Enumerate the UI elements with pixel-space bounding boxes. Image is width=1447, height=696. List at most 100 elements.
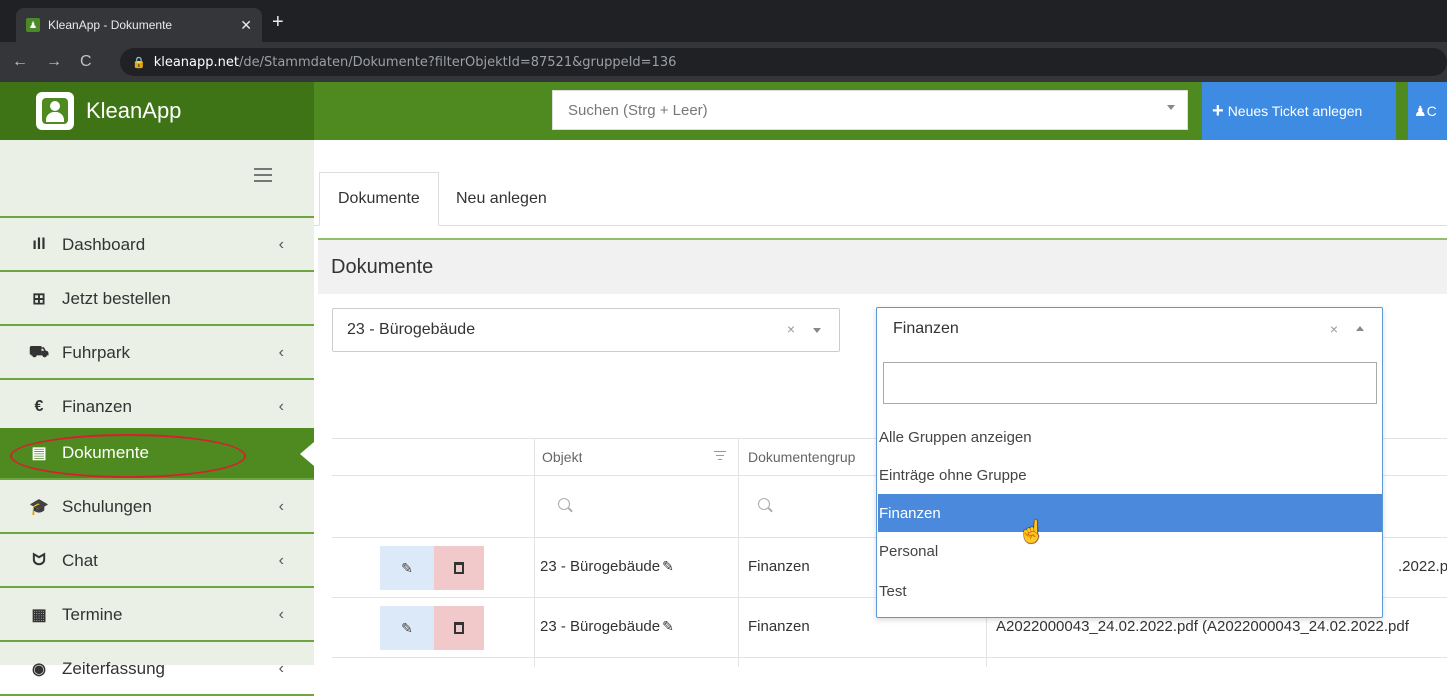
sidebar-item-label: Fuhrpark bbox=[62, 343, 131, 362]
url-host: kleanapp.net bbox=[153, 54, 239, 70]
euro-icon: € bbox=[34, 398, 44, 415]
lock-icon: 🔒 bbox=[132, 55, 146, 69]
forward-icon[interactable]: → bbox=[46, 53, 62, 71]
edit-button[interactable]: ✎ bbox=[380, 546, 434, 590]
delete-button[interactable] bbox=[434, 546, 484, 590]
chat-icon: ᗢ bbox=[32, 552, 46, 569]
sidebar-item-label: Finanzen bbox=[62, 397, 132, 416]
clear-icon[interactable]: × bbox=[787, 321, 795, 337]
cell-datei[interactable]: .2022.pdf bbox=[1398, 558, 1447, 575]
hand-cursor-icon: ☝ bbox=[1018, 519, 1046, 544]
url-path: /de/Stammdaten/Dokumente?filterObjektId=… bbox=[238, 54, 677, 70]
option-test[interactable]: Test bbox=[878, 572, 1382, 610]
edit-button[interactable]: ✎ bbox=[380, 606, 434, 650]
chevron-left-icon: ‹ bbox=[278, 660, 284, 677]
sidebar-item-label: Jetzt bestellen bbox=[62, 289, 171, 308]
objekt-select[interactable]: 23 - Bürogebäude × bbox=[332, 308, 840, 352]
cell-objekt: 23 - Bürogebäude ✎ bbox=[540, 558, 674, 575]
hamburger-icon bbox=[254, 168, 272, 182]
users-icon: ♟ bbox=[1414, 102, 1427, 119]
sidebar-item-schulungen[interactable]: 🎓 Schulungen ‹ bbox=[0, 482, 314, 534]
sidebar-item-jetzt-bestellen[interactable]: ⊞ Jetzt bestellen bbox=[0, 274, 314, 326]
column-divider bbox=[534, 438, 535, 667]
sidebar-item-label: Chat bbox=[62, 551, 98, 570]
chevron-left-icon: ‹ bbox=[278, 236, 284, 253]
trash-icon bbox=[454, 622, 464, 634]
column-header-dokumentengruppe[interactable]: Dokumentengrup bbox=[748, 449, 868, 465]
plus-icon: + bbox=[1212, 99, 1224, 122]
gruppe-select-value: Finanzen bbox=[893, 320, 959, 337]
sidebar-item-termine[interactable]: ▦ Termine ‹ bbox=[0, 590, 314, 642]
cell-gruppe: Finanzen bbox=[748, 558, 810, 575]
edit-icon[interactable]: ✎ bbox=[662, 558, 674, 574]
content-tabs: Dokumente Neu anlegen bbox=[314, 172, 1447, 226]
user-button-label: C bbox=[1426, 103, 1437, 119]
sidebar-toggle[interactable] bbox=[0, 140, 314, 218]
new-ticket-label: Neues Ticket anlegen bbox=[1227, 103, 1363, 119]
option-personal[interactable]: Personal bbox=[878, 532, 1382, 570]
dropdown-search-input[interactable] bbox=[883, 362, 1377, 404]
new-tab-icon[interactable]: + bbox=[272, 12, 284, 32]
sidebar-item-zeiterfassung[interactable]: ◉ Zeiterfassung ‹ bbox=[0, 644, 314, 696]
sidebar-item-fuhrpark[interactable]: ⛟ Fuhrpark ‹ bbox=[0, 328, 314, 380]
close-tab-icon[interactable]: ✕ bbox=[240, 17, 252, 34]
clear-icon[interactable]: × bbox=[1330, 321, 1338, 337]
column-header-objekt[interactable]: Objekt bbox=[542, 449, 582, 465]
option-ohne-gruppe[interactable]: Einträge ohne Gruppe bbox=[878, 456, 1382, 494]
chevron-left-icon: ‹ bbox=[278, 398, 284, 415]
chevron-left-icon: ‹ bbox=[278, 606, 284, 623]
tab-dokumente[interactable]: Dokumente bbox=[319, 172, 439, 226]
tab-title: KleanApp - Dokumente bbox=[48, 18, 173, 32]
reload-icon[interactable]: C bbox=[80, 53, 92, 71]
delete-button[interactable] bbox=[434, 606, 484, 650]
sidebar-item-dokumente[interactable]: ▤ Dokumente bbox=[0, 428, 314, 480]
highlight-circle bbox=[10, 434, 246, 478]
edit-icon: ✎ bbox=[401, 559, 413, 576]
gruppe-select[interactable]: Finanzen × Alle Gruppen anzeigen Einträg… bbox=[876, 307, 1383, 618]
search-icon[interactable] bbox=[558, 498, 570, 510]
cell-objekt: 23 - Bürogebäude ✎ bbox=[540, 618, 674, 635]
option-finanzen[interactable]: Finanzen bbox=[878, 494, 1382, 532]
edit-icon: ✎ bbox=[401, 619, 413, 636]
sidebar-item-label: Termine bbox=[62, 605, 123, 624]
gruppe-select-head[interactable]: Finanzen × bbox=[877, 308, 1382, 350]
car-icon: ⛟ bbox=[28, 344, 50, 361]
sidebar: ıll Dashboard ‹ ⊞ Jetzt bestellen ⛟ Fuhr… bbox=[0, 140, 314, 696]
search-placeholder: Suchen (Strg + Leer) bbox=[568, 101, 708, 119]
column-divider bbox=[738, 438, 739, 667]
chevron-down-icon bbox=[1167, 105, 1175, 110]
sidebar-item-finanzen[interactable]: € Finanzen ‹ bbox=[0, 382, 314, 434]
search-icon[interactable] bbox=[758, 498, 770, 510]
trash-icon bbox=[454, 562, 464, 574]
chevron-down-icon bbox=[813, 328, 821, 333]
cell-gruppe: Finanzen bbox=[748, 618, 810, 635]
tab-neu-anlegen[interactable]: Neu anlegen bbox=[438, 172, 565, 226]
back-icon[interactable]: ← bbox=[12, 53, 28, 71]
sidebar-item-label: Dashboard bbox=[62, 235, 146, 254]
new-ticket-button[interactable]: + Neues Ticket anlegen bbox=[1202, 82, 1396, 140]
brand[interactable]: KleanApp bbox=[0, 82, 314, 140]
cell-datei[interactable]: A2022000043_24.02.2022.pdf (A2022000043_… bbox=[996, 618, 1409, 635]
chevron-left-icon: ‹ bbox=[278, 344, 284, 361]
sidebar-item-dashboard[interactable]: ıll Dashboard ‹ bbox=[0, 220, 314, 272]
brand-name: KleanApp bbox=[86, 98, 182, 123]
url-field[interactable]: 🔒 kleanapp.net /de/Stammdaten/Dokumente?… bbox=[120, 48, 1447, 76]
user-button[interactable]: ♟ C bbox=[1408, 82, 1447, 140]
global-search-select[interactable]: Suchen (Strg + Leer) bbox=[552, 90, 1188, 130]
sidebar-item-chat[interactable]: ᗢ Chat ‹ bbox=[0, 536, 314, 588]
kleanapp-logo-icon bbox=[36, 92, 74, 130]
chevron-left-icon: ‹ bbox=[278, 552, 284, 569]
bar-chart-icon: ıll bbox=[32, 236, 46, 253]
browser-tab[interactable]: ♟ KleanApp - Dokumente ✕ bbox=[16, 8, 262, 42]
filter-icon[interactable] bbox=[714, 451, 726, 461]
app-header: KleanApp Suchen (Strg + Leer) + Neues Ti… bbox=[0, 82, 1447, 140]
sidebar-item-label: Schulungen bbox=[62, 497, 152, 516]
address-bar: ← → C 🔒 kleanapp.net /de/Stammdaten/Doku… bbox=[0, 42, 1447, 82]
edit-icon[interactable]: ✎ bbox=[662, 618, 674, 634]
clock-icon: ◉ bbox=[32, 661, 46, 678]
objekt-select-value: 23 - Bürogebäude bbox=[347, 321, 476, 338]
chevron-up-icon bbox=[1356, 326, 1364, 331]
option-alle-gruppen[interactable]: Alle Gruppen anzeigen bbox=[878, 418, 1382, 456]
active-indicator bbox=[300, 442, 314, 466]
chevron-left-icon: ‹ bbox=[278, 498, 284, 515]
